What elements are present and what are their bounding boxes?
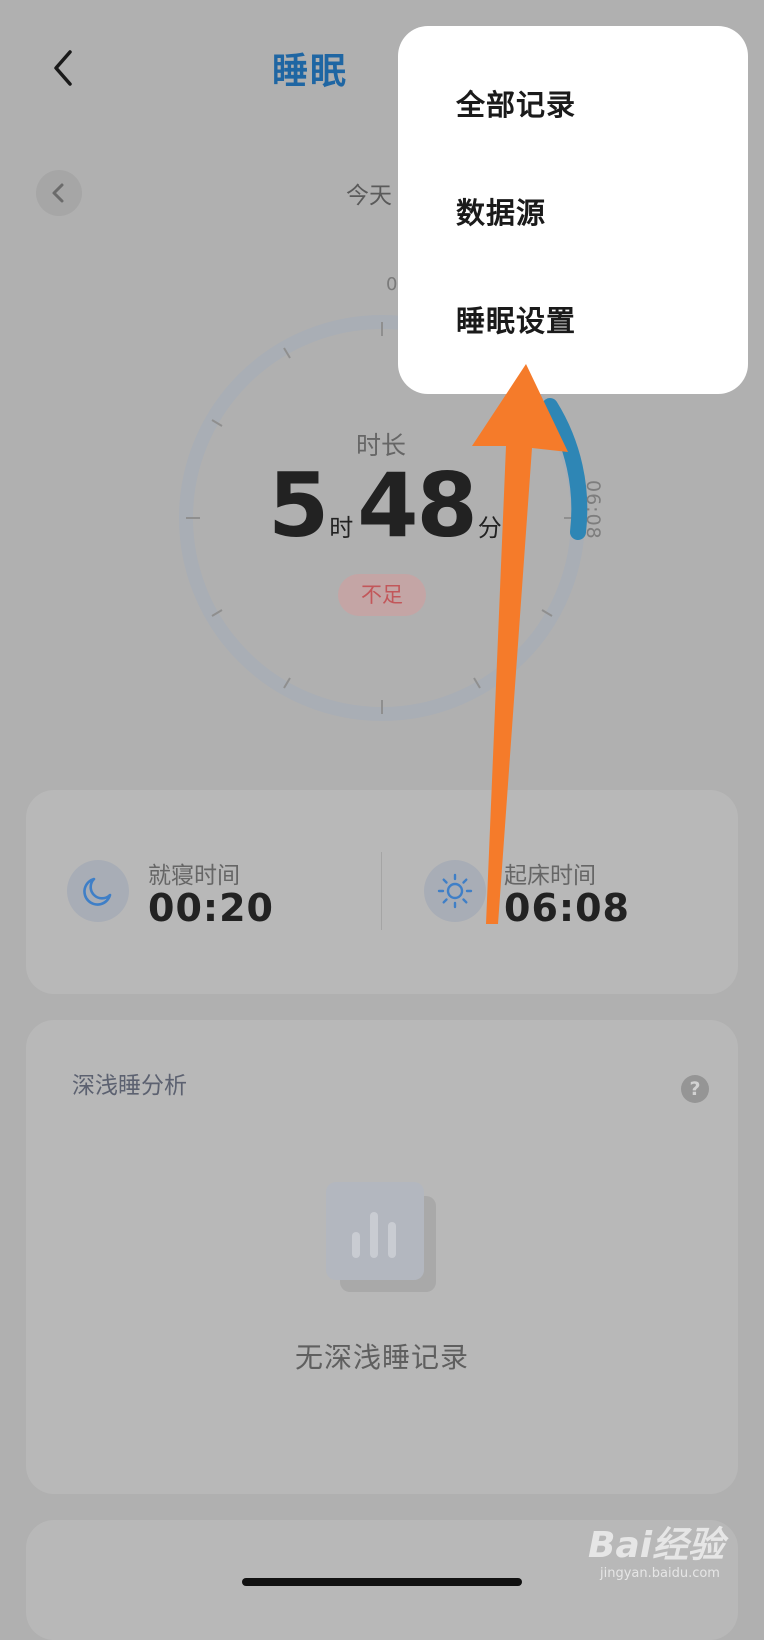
bedtime-value: 00:20 [148,886,274,930]
status-badge: 不足 [338,574,426,616]
sleep-times-card [26,790,738,994]
baidu-watermark-url: jingyan.baidu.com [600,1566,720,1581]
moon-icon [83,877,112,906]
help-icon[interactable]: ? [681,1075,709,1103]
menu-item-data-source[interactable]: 数据源 [456,190,546,232]
bar-chart-icon [326,1182,436,1292]
duration-value: 5 时 48 分 [268,454,506,557]
empty-state-text: 无深浅睡记录 [294,1341,469,1374]
ring-end-label: 06:08 [582,480,604,540]
bedtime-title: 就寝时间 [148,863,240,889]
sun-icon [437,873,473,909]
previous-day-button[interactable] [36,170,82,216]
chevron-left-icon [52,183,64,203]
home-indicator[interactable] [242,1578,522,1586]
page-title: 睡眠 [271,51,348,92]
baidu-watermark: Bai经验 [588,1525,725,1566]
duration-hours-unit: 时 [329,514,354,542]
duration-minutes-unit: 分 [477,514,502,542]
times-divider [381,852,382,930]
chevron-left-icon [54,50,72,86]
menu-item-all-records[interactable]: 全部记录 [456,82,576,124]
wake-title: 起床时间 [504,863,596,889]
duration-minutes: 48 [357,454,477,557]
back-button[interactable] [44,44,80,92]
date-label: 今天 [346,183,392,209]
duration-hours: 5 [268,454,329,557]
bedtime-icon-badge [67,860,129,922]
wake-icon-badge [424,860,486,922]
options-menu: 全部记录 数据源 睡眠设置 [398,26,748,394]
wake-value: 06:08 [504,886,630,930]
menu-item-sleep-settings[interactable]: 睡眠设置 [456,298,576,340]
analysis-title: 深浅睡分析 [72,1073,187,1099]
ring-start-label: 0 [386,274,398,295]
